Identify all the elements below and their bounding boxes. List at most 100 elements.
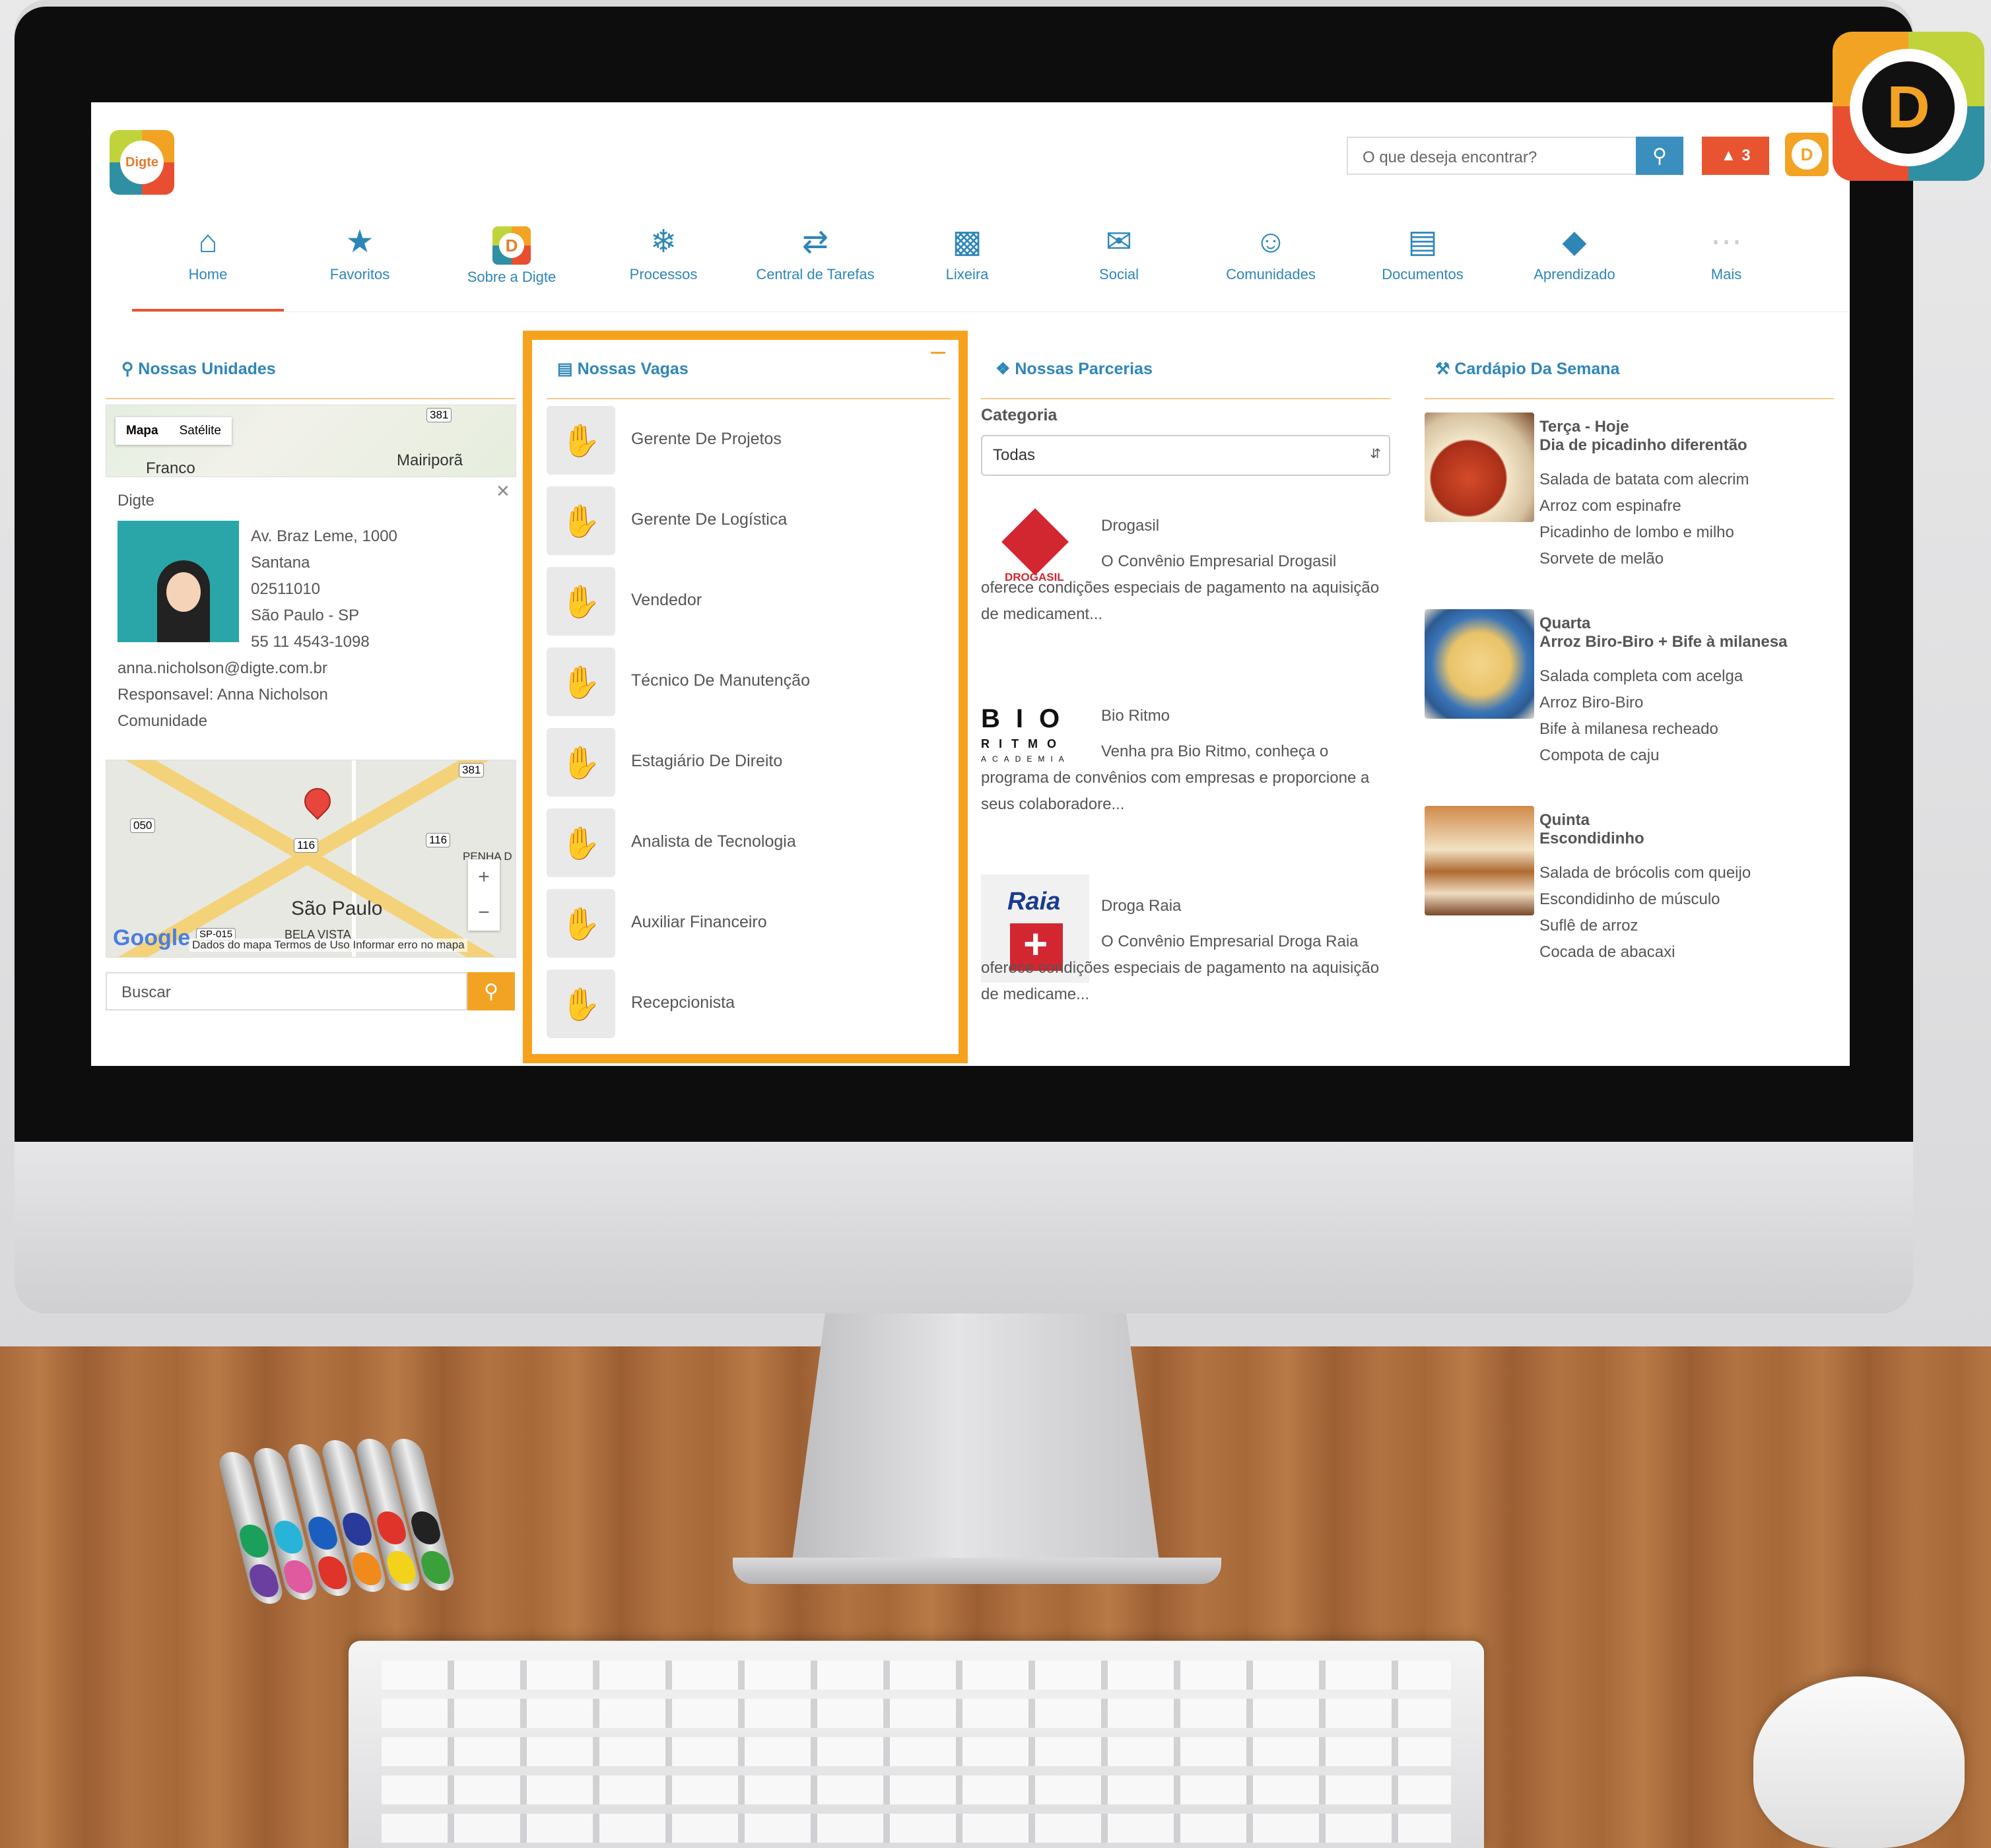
map-pin-marker[interactable]: [298, 782, 337, 820]
cardapio-title: ⚒ Cardápio Da Semana: [1435, 360, 1620, 378]
job-item[interactable]: ✋ Analista de Tecnologia: [547, 808, 943, 877]
handshake-icon: ✋: [547, 808, 615, 877]
partner-description: O Convênio Empresarial Drogasil oferece …: [981, 552, 1380, 623]
map-city-label: São Paulo: [291, 898, 383, 919]
unit-email[interactable]: anna.nicholson@digte.com.br: [118, 655, 328, 682]
unit-responsible: Responsavel: Anna Nicholson: [118, 686, 328, 704]
vagas-divider: [547, 398, 951, 399]
keyboard: [349, 1641, 1484, 1848]
parcerias-title: ❖ Nossas Parcerias: [996, 360, 1153, 378]
nav-favoritos[interactable]: ★ Favoritos: [284, 216, 436, 312]
job-title: Recepcionista: [631, 993, 735, 1012]
nav-mais[interactable]: ⋯ Mais: [1650, 216, 1802, 312]
collapse-button[interactable]: [931, 352, 945, 354]
menu-items: Salada de brócolis com queijo Escondidin…: [1539, 864, 1751, 961]
nav-label: Comunidades: [1226, 266, 1316, 282]
brand-corner-logo: D: [1833, 32, 1984, 181]
pin-icon: ❖: [996, 360, 1011, 378]
more-icon: ⋯: [1710, 224, 1742, 259]
user-avatar[interactable]: D: [1785, 133, 1829, 176]
menu-day-header: Terça - Hoje Dia de picadinho diferentão: [1539, 418, 1747, 454]
unit-search-input[interactable]: Buscar: [106, 972, 467, 1010]
communities-icon: ☺: [1254, 224, 1287, 259]
menu-day-header: Quarta Arroz Biro-Biro + Bife à milanesa: [1539, 614, 1788, 651]
vagas-title: ▤ Nossas Vagas: [557, 360, 689, 378]
mini-map[interactable]: Mapa Satélite Franco Mairiporã 381: [106, 405, 516, 477]
alerts-button[interactable]: ▲ 3: [1702, 137, 1769, 175]
handshake-icon: ✋: [547, 728, 615, 797]
google-logo: Google: [113, 925, 191, 950]
location-map[interactable]: 050 116 116 381 PENHA D + − São Paulo SP…: [106, 760, 516, 958]
map-label: Mairiporã: [397, 451, 463, 469]
select-arrow-icon: ⇵: [1370, 447, 1381, 461]
job-title: Auxiliar Financeiro: [631, 913, 767, 931]
job-title: Técnico De Manutenção: [631, 671, 810, 690]
map-label: Franco: [146, 459, 195, 477]
handshake-icon: ✋: [547, 970, 615, 1038]
nav-label: Sobre a Digte: [467, 269, 557, 285]
list-icon: ▤: [557, 360, 573, 378]
map-tab-map[interactable]: Mapa: [116, 417, 169, 445]
handshake-icon: ✋: [547, 889, 615, 958]
partner-name[interactable]: Droga Raia: [1101, 897, 1181, 915]
menu-day-header: Quinta Escondidinho: [1539, 811, 1644, 847]
documents-icon: ▤: [1407, 224, 1438, 259]
map-tab-satellite[interactable]: Satélite: [169, 417, 232, 445]
search-icon: ⚲: [484, 980, 498, 1003]
zoom-in-button[interactable]: +: [468, 859, 500, 895]
tasks-icon: ⇄: [801, 224, 829, 259]
handshake-icon: ✋: [547, 406, 615, 475]
nav-aprendizado[interactable]: ◆ Aprendizado: [1499, 216, 1650, 312]
app-logo[interactable]: Digte: [110, 130, 174, 195]
job-title: Vendedor: [631, 591, 702, 609]
job-item[interactable]: ✋ Recepcionista: [547, 970, 943, 1038]
job-item[interactable]: ✋ Gerente De Projetos: [547, 406, 943, 475]
main-nav: ⌂ Home ★ Favoritos Sobre a Digte ❄ Proce…: [132, 216, 1848, 312]
nav-lixeira[interactable]: ▩ Lixeira: [891, 216, 1043, 312]
nav-processos[interactable]: ❄ Processos: [588, 216, 739, 312]
job-item[interactable]: ✋ Vendedor: [547, 567, 943, 636]
nav-documentos[interactable]: ▤ Documentos: [1347, 216, 1499, 312]
nav-comunidades[interactable]: ☺ Comunidades: [1195, 216, 1347, 312]
trash-icon: ▩: [952, 224, 982, 259]
nav-central-de-tarefas[interactable]: ⇄ Central de Tarefas: [739, 216, 891, 312]
job-item[interactable]: ✋ Técnico De Manutenção: [547, 647, 943, 716]
monitor-stand-base: [733, 1558, 1221, 1584]
partner-name[interactable]: Drogasil: [1101, 517, 1159, 535]
zoom-out-button[interactable]: −: [468, 895, 500, 931]
road-badge: 381: [426, 408, 452, 422]
unidades-title: ⚲ Nossas Unidades: [121, 360, 276, 378]
job-item[interactable]: ✋ Auxiliar Financeiro: [547, 889, 943, 958]
graduation-cap-icon: ◆: [1562, 224, 1587, 259]
nav-sobre-a-digte[interactable]: Sobre a Digte: [436, 216, 588, 312]
mouse: [1753, 1676, 1965, 1848]
parcerias-divider: [981, 398, 1390, 399]
dish-photo: [1425, 412, 1534, 522]
road-badge: 381: [459, 763, 485, 777]
category-select[interactable]: Todas ⇵: [981, 435, 1390, 476]
search-icon: ⚲: [1652, 145, 1667, 167]
partner-name[interactable]: Bio Ritmo: [1101, 707, 1170, 725]
monitor-chin: [15, 1142, 1913, 1313]
unit-search-button[interactable]: ⚲: [467, 972, 515, 1010]
nav-label: Processos: [629, 266, 698, 282]
job-item[interactable]: ✋ Gerente De Logística: [547, 486, 943, 555]
digte-logo-icon: [492, 226, 531, 265]
search-button[interactable]: ⚲: [1636, 137, 1683, 175]
dish-photo: [1425, 609, 1534, 719]
nav-social[interactable]: ✉ Social: [1043, 216, 1195, 312]
map-zoom-controls: + −: [468, 859, 500, 931]
job-item[interactable]: ✋ Estagiário De Direito: [547, 728, 943, 797]
close-icon[interactable]: ×: [496, 478, 510, 504]
handshake-icon: ✋: [547, 567, 615, 636]
global-search-input[interactable]: O que deseja encontrar?: [1347, 137, 1637, 175]
nav-label: Home: [188, 266, 228, 282]
unidades-divider: [106, 398, 515, 399]
unit-address: Av. Braz Leme, 1000 Santana 02511010 São…: [251, 527, 397, 651]
nav-home[interactable]: ⌂ Home: [132, 216, 284, 312]
handshake-icon: ✋: [547, 647, 615, 716]
unit-contact: anna.nicholson@digte.com.br Responsavel:…: [118, 655, 328, 735]
map-footer[interactable]: Dados do mapa Termos de Uso Informar err…: [189, 939, 467, 952]
nav-label: Aprendizado: [1534, 266, 1615, 282]
menu-items: Salada de batata com alecrim Arroz com e…: [1539, 471, 1749, 568]
